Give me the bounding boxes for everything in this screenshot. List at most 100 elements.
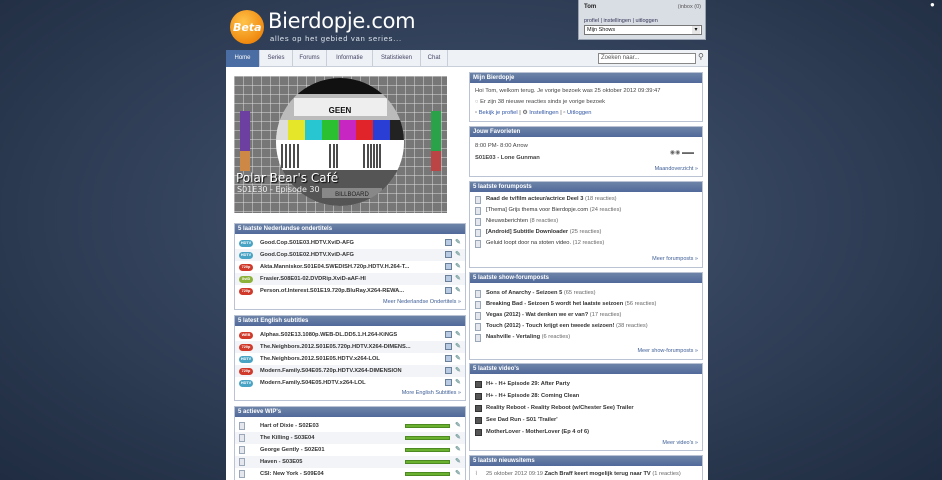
subtitle-title[interactable]: The.Neighbors.2012.S01E05.720p.HDTV.X264… bbox=[260, 341, 411, 353]
comment-icon[interactable]: ✎ bbox=[455, 470, 463, 477]
comment-icon[interactable]: ✎ bbox=[455, 263, 463, 270]
welcome-text: Hoi Tom, welkom terug. Je vorige bezoek … bbox=[475, 88, 661, 94]
list-item[interactable]: Hart of Dixie - S02E03 ✎ bbox=[235, 420, 465, 432]
comment-icon[interactable]: ✎ bbox=[455, 422, 463, 429]
list-item[interactable]: Vegas (2012) - Wat denken we er van? (17… bbox=[470, 310, 702, 321]
site-logo[interactable]: Beta Bierdopje.com alles op het gebied v… bbox=[230, 7, 430, 47]
subtitle-title[interactable]: Good.Cop.S01E03.HDTV.XviD-AFG bbox=[260, 237, 354, 249]
list-item[interactable]: H+ - H+ Episode 28: Coming Clean bbox=[470, 391, 702, 402]
subtitle-title[interactable]: Alphas.S02E13.1080p.WEB-DL.DD5.1.H.264-K… bbox=[260, 329, 397, 341]
tab-forums[interactable]: Forums bbox=[292, 50, 326, 67]
tab-home[interactable]: Home bbox=[226, 50, 259, 67]
tab-statistieken[interactable]: Statistieken bbox=[372, 50, 420, 67]
list-item[interactable]: Geluid loopt door na stoten video. (12 r… bbox=[470, 238, 702, 249]
profile-link[interactable]: Bekijk je profiel bbox=[479, 110, 518, 116]
favorite-episode[interactable]: S01E03 - Lone Gunman bbox=[475, 155, 540, 161]
flag-icons[interactable]: ◉◉ ▬▬ bbox=[670, 149, 694, 156]
subtitle-title[interactable]: Modern.Family.S04E05.HDTV.x264-LOL bbox=[260, 377, 366, 389]
download-icon[interactable] bbox=[445, 379, 452, 386]
comment-icon[interactable]: ✎ bbox=[455, 275, 463, 282]
list-item[interactable]: The Killing - S03E04 ✎ bbox=[235, 432, 465, 444]
tab-series[interactable]: Series bbox=[259, 50, 292, 67]
settings-link[interactable]: Instellingen bbox=[529, 110, 558, 116]
featured-show-image[interactable]: GEEN BILLBOARD Polar Bear's Café S01E30 … bbox=[234, 76, 447, 213]
download-icon[interactable] bbox=[445, 263, 452, 270]
new-reactions-link[interactable]: ◌ Er zijn 38 nieuwe reacties sinds je vo… bbox=[475, 99, 605, 105]
subtitle-title[interactable]: Modern.Family.S04E05.720p.HDTV.X264-DIME… bbox=[260, 365, 402, 377]
more-dutch-subtitles-link[interactable]: Meer Nederlandse Ondertitels » bbox=[383, 299, 461, 305]
subtitle-title[interactable]: Person.of.Interest.S01E19.720p.BluRay.X2… bbox=[260, 285, 404, 297]
my-shows-select[interactable]: Mijn Shows bbox=[584, 25, 702, 35]
document-icon bbox=[239, 422, 245, 430]
comment-icon[interactable]: ✎ bbox=[455, 287, 463, 294]
more-english-subtitles-link[interactable]: More English Subtitles » bbox=[402, 390, 461, 396]
list-item[interactable]: HDTV Good.Cop.S01E02.HDTV.XviD-AFG ✎ bbox=[235, 249, 465, 261]
list-item[interactable]: Nashville - Vertaling (6 reacties) bbox=[470, 332, 702, 343]
username[interactable]: Tom bbox=[584, 4, 596, 10]
list-item[interactable]: HDTV Good.Cop.S01E03.HDTV.XviD-AFG ✎ bbox=[235, 237, 465, 249]
logout-link[interactable]: Uitloggen bbox=[567, 110, 592, 116]
user-links[interactable]: profiel | instellingen | uitloggen bbox=[584, 18, 658, 24]
subtitle-title[interactable]: Akta.Manniskor.S01E04.SWEDISH.720p.HDTV.… bbox=[260, 261, 409, 273]
list-item[interactable]: HDTV The.Neighbors.2012.S01E05.HDTV.x264… bbox=[235, 353, 465, 365]
comment-icon[interactable]: ✎ bbox=[455, 434, 463, 441]
wip-title[interactable]: George Gently - S02E01 bbox=[260, 444, 324, 456]
more-show-forumposts-link[interactable]: Meer show-forumposts » bbox=[637, 348, 698, 354]
list-item[interactable]: Breaking Bad - Seizoen 5 wordt het laats… bbox=[470, 299, 702, 310]
tab-informatie[interactable]: Informatie bbox=[326, 50, 372, 67]
search-input[interactable]: Zoeken naar... bbox=[598, 53, 696, 64]
comment-icon[interactable]: ✎ bbox=[455, 239, 463, 246]
list-item[interactable]: 720p Modern.Family.S04E05.720p.HDTV.X264… bbox=[235, 365, 465, 377]
list-item[interactable]: 720p Person.of.Interest.S01E19.720p.BluR… bbox=[235, 285, 465, 297]
inbox-link[interactable]: (inbox (0) bbox=[678, 4, 701, 10]
subtitle-title[interactable]: Good.Cop.S01E02.HDTV.XviD-AFG bbox=[260, 249, 354, 261]
list-item[interactable]: Nieuwsberichten (8 reacties) bbox=[470, 216, 702, 227]
download-icon[interactable] bbox=[445, 287, 452, 294]
list-item[interactable]: Reality Reboot - Reality Reboot (w/Chest… bbox=[470, 403, 702, 414]
month-overview-link[interactable]: Maandoverzicht » bbox=[655, 166, 698, 172]
download-icon[interactable] bbox=[445, 367, 452, 374]
download-icon[interactable] bbox=[445, 355, 452, 362]
comment-icon[interactable]: ✎ bbox=[455, 331, 463, 338]
list-item[interactable]: WEB Alphas.S02E13.1080p.WEB-DL.DD5.1.H.2… bbox=[235, 329, 465, 341]
more-videos-link[interactable]: Meer video's » bbox=[662, 440, 698, 446]
list-item[interactable]: Touch (2012) - Touch krijgt een tweede s… bbox=[470, 321, 702, 332]
wip-title[interactable]: Hart of Dixie - S02E03 bbox=[260, 420, 319, 432]
list-item[interactable]: ⌇ 25 oktober 2012 09:19 Zach Braff keert… bbox=[470, 469, 702, 480]
download-icon[interactable] bbox=[445, 239, 452, 246]
tab-chat[interactable]: Chat bbox=[420, 50, 448, 67]
comment-icon[interactable]: ✎ bbox=[455, 367, 463, 374]
more-forumposts-link[interactable]: Meer forumposts » bbox=[652, 256, 698, 262]
list-item[interactable]: George Gently - S02E01 ✎ bbox=[235, 444, 465, 456]
download-icon[interactable] bbox=[445, 331, 452, 338]
list-item[interactable]: Sons of Anarchy - Seizoen 5 (65 reacties… bbox=[470, 288, 702, 299]
list-item[interactable]: Haven - S03E05 ✎ bbox=[235, 456, 465, 468]
subtitle-title[interactable]: Frasier.S08E01-02.DVDRip.XviD-aAF-HI bbox=[260, 273, 366, 285]
format-badge: 720p bbox=[239, 263, 253, 271]
comment-icon[interactable]: ✎ bbox=[455, 251, 463, 258]
list-item[interactable]: [Thema] Grijs thema voor Bierdopje.com (… bbox=[470, 205, 702, 216]
comment-icon[interactable]: ✎ bbox=[455, 343, 463, 350]
download-icon[interactable] bbox=[445, 251, 452, 258]
subtitle-title[interactable]: The.Neighbors.2012.S01E05.HDTV.x264-LOL bbox=[260, 353, 380, 365]
search-icon[interactable]: ⚲ bbox=[698, 52, 708, 64]
list-item[interactable]: HDTV Modern.Family.S04E05.HDTV.x264-LOL … bbox=[235, 377, 465, 389]
comment-icon[interactable]: ✎ bbox=[455, 458, 463, 465]
list-item[interactable]: MotherLover - MotherLover (Ep 4 of 6) bbox=[470, 427, 702, 438]
wip-title[interactable]: The Killing - S03E04 bbox=[260, 432, 314, 444]
list-item[interactable]: Raad de tv/film acteur/actrice Deel 3 (1… bbox=[470, 194, 702, 205]
download-icon[interactable] bbox=[445, 343, 452, 350]
comment-icon[interactable]: ✎ bbox=[455, 379, 463, 386]
list-item[interactable]: CSI: New York - S09E04 ✎ bbox=[235, 468, 465, 480]
wip-title[interactable]: Haven - S03E05 bbox=[260, 456, 302, 468]
wip-title[interactable]: CSI: New York - S09E04 bbox=[260, 468, 324, 480]
comment-icon[interactable]: ✎ bbox=[455, 355, 463, 362]
list-item[interactable]: 720p Akta.Manniskor.S01E04.SWEDISH.720p.… bbox=[235, 261, 465, 273]
list-item[interactable]: H+ - H+ Episode 29: After Party bbox=[470, 379, 702, 390]
list-item[interactable]: 720p The.Neighbors.2012.S01E05.720p.HDTV… bbox=[235, 341, 465, 353]
download-icon[interactable] bbox=[445, 275, 452, 282]
list-item[interactable]: XviD Frasier.S08E01-02.DVDRip.XviD-aAF-H… bbox=[235, 273, 465, 285]
list-item[interactable]: [Android] Subtitle Downloader (25 reacti… bbox=[470, 227, 702, 238]
comment-icon[interactable]: ✎ bbox=[455, 446, 463, 453]
list-item[interactable]: See Dad Run - S01 'Trailer' bbox=[470, 415, 702, 426]
